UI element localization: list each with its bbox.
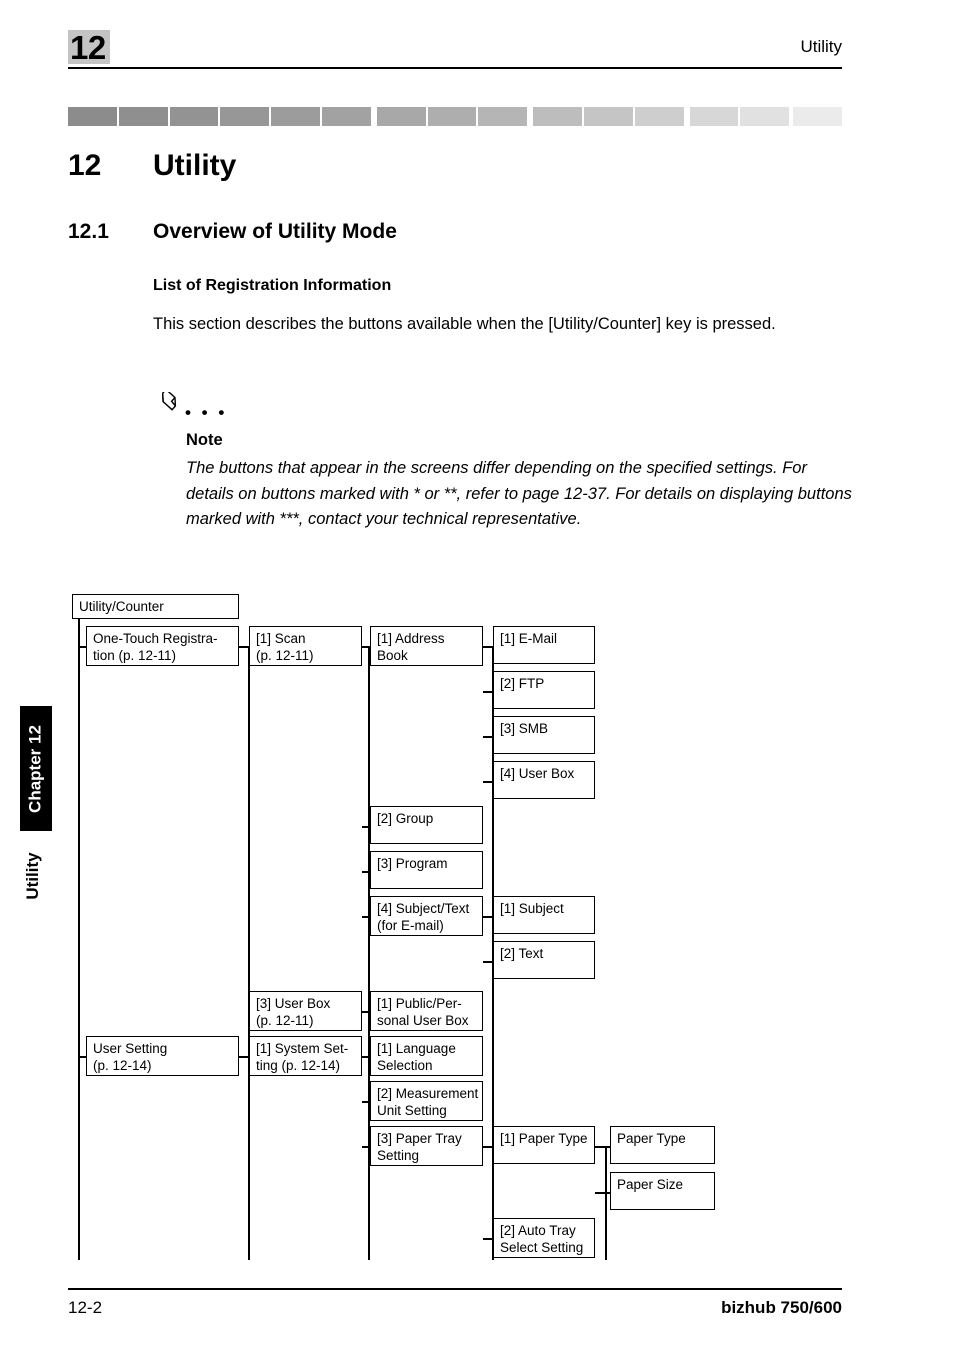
side-tab-chapter-label: Chapter 12 <box>25 725 45 813</box>
tree-connector-horizontal <box>362 1011 370 1013</box>
gradient-bar-segment <box>376 107 426 126</box>
tree-node-program[interactable]: [3] Program <box>370 851 483 889</box>
tree-connector-horizontal <box>362 1146 370 1148</box>
footer-rule <box>68 1288 842 1290</box>
tree-connector-horizontal <box>362 646 370 648</box>
gradient-bar-segment <box>321 107 371 126</box>
section-title-text: Overview of Utility Mode <box>153 220 397 243</box>
gradient-bar-segment <box>689 107 739 126</box>
tree-connector-horizontal <box>483 736 493 738</box>
tree-connector-horizontal <box>483 691 493 693</box>
gradient-bar-segment <box>533 107 582 126</box>
footer-product-name: bizhub 750/600 <box>721 1298 842 1317</box>
tree-node-subject[interactable]: [1] Subject <box>493 896 595 934</box>
gradient-bar-segment <box>169 107 219 126</box>
tree-connector-horizontal <box>362 1056 370 1058</box>
gradient-bar-segment <box>793 107 842 126</box>
tree-node-user-setting[interactable]: User Setting (p. 12-14) <box>86 1036 239 1076</box>
tree-node-user-box-dest[interactable]: [4] User Box <box>493 761 595 799</box>
pencil-icon <box>155 388 181 418</box>
tree-connector-horizontal <box>483 1146 493 1148</box>
side-tab-section-label: Utility <box>23 852 42 900</box>
tree-node-one-touch-registration[interactable]: One-Touch Registra- tion (p. 12-11) <box>86 626 239 666</box>
tree-node-system-setting[interactable]: [1] System Set- ting (p. 12-14) <box>249 1036 362 1076</box>
side-tab-chapter: Chapter 12 <box>20 706 52 831</box>
tree-connector-horizontal <box>362 1101 370 1103</box>
tree-node-paper-type-leaf[interactable]: Paper Type <box>610 1126 715 1164</box>
tree-connector-vertical <box>368 646 370 1260</box>
tree-node-measurement-unit-setting[interactable]: [2] Measurement Unit Setting <box>370 1081 483 1121</box>
tree-connector-horizontal <box>78 1056 86 1058</box>
intro-paragraph: This section describes the buttons avail… <box>153 315 776 333</box>
tree-connector-horizontal <box>239 646 249 648</box>
tree-connector-horizontal <box>78 646 86 648</box>
tree-node-address-book[interactable]: [1] Address Book <box>370 626 483 666</box>
tree-connector-horizontal <box>483 961 493 963</box>
tree-node-auto-tray-select-setting[interactable]: [2] Auto Tray Select Setting <box>493 1218 595 1258</box>
gradient-bar-segment <box>478 107 528 126</box>
gradient-bar-segment <box>271 107 320 126</box>
tree-connector-vertical <box>605 1146 607 1260</box>
decorative-gradient-bar <box>68 107 842 126</box>
tree-connector-horizontal <box>595 1192 610 1194</box>
tree-node-paper-tray-setting[interactable]: [3] Paper Tray Setting <box>370 1126 483 1166</box>
gradient-bar-segment <box>583 107 633 126</box>
section-title-number: 12.1 <box>68 220 109 243</box>
tree-connector-horizontal <box>483 916 493 918</box>
tree-node-group[interactable]: [2] Group <box>370 806 483 844</box>
gradient-bar-segment <box>634 107 684 126</box>
tree-node-user-box[interactable]: [3] User Box (p. 12-11) <box>249 991 362 1031</box>
tree-node-scan[interactable]: [1] Scan (p. 12-11) <box>249 626 362 666</box>
tree-connector-horizontal <box>483 781 493 783</box>
note-dots: • • • <box>185 403 228 422</box>
footer-page-number: 12-2 <box>68 1298 103 1317</box>
gradient-bar-segment <box>427 107 477 126</box>
tree-node-smb[interactable]: [3] SMB <box>493 716 595 754</box>
tree-node-paper-size-leaf[interactable]: Paper Size <box>610 1172 715 1210</box>
note-label: Note <box>186 431 223 449</box>
note-body: The buttons that appear in the screens d… <box>186 459 852 528</box>
registration-information-tree: Utility/Counter One-Touch Registra- tion … <box>0 0 954 1352</box>
tree-connector-horizontal <box>362 916 370 918</box>
tree-node-paper-type-1[interactable]: [1] Paper Type <box>493 1126 595 1164</box>
tree-node-text[interactable]: [2] Text <box>493 941 595 979</box>
tree-connector-vertical <box>248 646 250 1260</box>
chapter-title-number: 12 <box>68 149 102 182</box>
tree-connector-horizontal <box>483 1238 493 1240</box>
tree-node-language-selection[interactable]: [1] Language Selection <box>370 1036 483 1076</box>
header-chapter-number: 12 <box>70 29 106 66</box>
subsection-heading: List of Registration Information <box>153 277 392 294</box>
header-rule <box>68 67 842 69</box>
tree-connector-horizontal <box>483 646 493 648</box>
gradient-bar-segment <box>220 107 270 126</box>
gradient-bar-segment <box>118 107 168 126</box>
tree-connector-horizontal <box>362 826 370 828</box>
tree-connector-vertical <box>78 619 80 1260</box>
gradient-bar-segment <box>740 107 790 126</box>
tree-connector-horizontal <box>595 1146 610 1148</box>
header-running-title: Utility <box>800 37 842 56</box>
gradient-bar-segment <box>68 107 117 126</box>
tree-node-email[interactable]: [1] E-Mail <box>493 626 595 664</box>
chapter-title-text: Utility <box>153 149 237 182</box>
tree-node-utility-counter[interactable]: Utility/Counter <box>72 594 239 619</box>
tree-node-public-personal-user-box[interactable]: [1] Public/Per- sonal User Box <box>370 991 483 1031</box>
tree-connector-horizontal <box>239 1056 249 1058</box>
tree-node-subject-text[interactable]: [4] Subject/Text (for E-mail) <box>370 896 483 936</box>
tree-connector-horizontal <box>362 871 370 873</box>
tree-node-ftp[interactable]: [2] FTP <box>493 671 595 709</box>
